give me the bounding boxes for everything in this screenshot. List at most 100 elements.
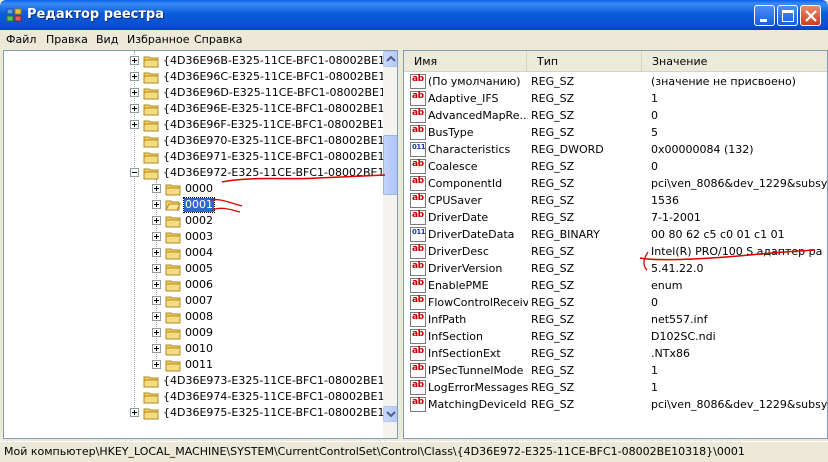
tree-item[interactable]: {4D36E96B-E325-11CE-BFC1-08002BE10318} (4, 53, 397, 69)
tree-item-label[interactable]: {4D36E974-E325-11CE-BFC1-08002BE10318} (162, 390, 397, 404)
tree-item[interactable]: {4D36E971-E325-11CE-BFC1-08002BE10318} (4, 149, 397, 165)
collapse-icon[interactable] (130, 168, 139, 177)
tree-item[interactable]: {4D36E970-E325-11CE-BFC1-08002BE10318} (4, 133, 397, 149)
tree-item-label[interactable]: 0008 (184, 310, 214, 324)
tree-item-label[interactable]: 0007 (184, 294, 214, 308)
expand-icon[interactable] (130, 56, 139, 65)
tree-item[interactable]: {4D36E972-E325-11CE-BFC1-08002BE10318} (4, 165, 397, 181)
column-header-type[interactable]: Тип (527, 51, 642, 72)
expand-icon[interactable] (152, 344, 161, 353)
tree-item[interactable]: 0006 (4, 277, 384, 293)
title-bar[interactable]: Редактор реестра (0, 0, 828, 30)
tree-item-label[interactable]: {4D36E973-E325-11CE-BFC1-08002BE10318} (162, 374, 397, 388)
value-row[interactable]: ab BusType REG_SZ 5 (404, 124, 827, 141)
expand-icon[interactable] (152, 328, 161, 337)
tree-item-label[interactable]: {4D36E96F-E325-11CE-BFC1-08002BE10318} (162, 118, 397, 132)
tree-item-label[interactable]: {4D36E96B-E325-11CE-BFC1-08002BE10318} (162, 54, 397, 68)
tree-item-label[interactable]: {4D36E96E-E325-11CE-BFC1-08002BE10318} (162, 102, 397, 116)
tree-item-label[interactable]: 0011 (184, 358, 214, 372)
tree-item[interactable]: {4D36E96D-E325-11CE-BFC1-08002BE10318} (4, 85, 397, 101)
value-row[interactable]: ab CPUSaver REG_SZ 1536 (404, 192, 827, 209)
expand-icon[interactable] (130, 72, 139, 81)
expand-icon[interactable] (130, 120, 139, 129)
value-row[interactable]: ab Adaptive_IFS REG_SZ 1 (404, 90, 827, 107)
value-row[interactable]: 011 DriverDateData REG_BINARY 00 80 62 c5 c… (404, 226, 827, 243)
expand-icon[interactable] (152, 360, 161, 369)
tree-item-label-selected[interactable]: 0001 (183, 197, 215, 213)
tree-scrollbar[interactable] (383, 51, 397, 438)
maximize-button[interactable] (777, 5, 798, 26)
value-row[interactable]: ab (По умолчанию) REG_SZ (значение не присв… (404, 73, 827, 90)
scroll-up-button[interactable] (383, 51, 397, 67)
value-row[interactable]: ab ComponentId REG_SZ pci\ven_8086&dev_1229… (404, 175, 827, 192)
column-header-name[interactable]: Имя (404, 51, 527, 72)
expand-icon[interactable] (152, 264, 161, 273)
tree-item[interactable]: 0000 (4, 181, 384, 197)
tree-item-label[interactable]: 0009 (184, 326, 214, 340)
tree-item[interactable]: {4D36E973-E325-11CE-BFC1-08002BE10318} (4, 373, 397, 389)
tree-item[interactable]: {4D36E96C-E325-11CE-BFC1-08002BE10318} (4, 69, 397, 85)
menu-edit[interactable]: Правка (46, 33, 88, 46)
tree-item-label[interactable]: 0002 (184, 214, 214, 228)
tree-item[interactable]: {4D36E96E-E325-11CE-BFC1-08002BE10318} (4, 101, 397, 117)
expand-icon[interactable] (152, 296, 161, 305)
value-row[interactable]: ab MatchingDeviceId REG_SZ pci\ven_8086&dev… (404, 396, 827, 413)
expand-icon[interactable] (130, 88, 139, 97)
value-row[interactable]: ab IPSecTunnelMode REG_SZ 1 (404, 362, 827, 379)
tree-item[interactable]: 0007 (4, 293, 384, 309)
expand-icon[interactable] (152, 248, 161, 257)
expand-icon[interactable] (152, 232, 161, 241)
scroll-down-button[interactable] (383, 406, 397, 422)
expand-icon[interactable] (152, 216, 161, 225)
value-row[interactable]: ab LogErrorMessages REG_SZ 1 (404, 379, 827, 396)
tree-item[interactable]: 0003 (4, 229, 384, 245)
value-row[interactable]: ab InfSection REG_SZ D102SC.ndi (404, 328, 827, 345)
value-row[interactable]: ab InfPath REG_SZ net557.inf (404, 311, 827, 328)
value-row[interactable]: ab AdvancedMapRe... REG_SZ 0 (404, 107, 827, 124)
value-row[interactable]: ab InfSectionExt REG_SZ .NTx86 (404, 345, 827, 362)
expand-icon[interactable] (130, 104, 139, 113)
tree-item[interactable]: 0002 (4, 213, 384, 229)
values-pane[interactable]: Имя Тип Значение ab (По умолчанию) REG_SZ(… (403, 50, 828, 439)
tree-pane[interactable]: {4D36E96B-E325-11CE-BFC1-08002BE10318} {4… (3, 50, 398, 439)
tree-item[interactable]: {4D36E974-E325-11CE-BFC1-08002BE10318} (4, 389, 397, 405)
tree-item-label[interactable]: {4D36E970-E325-11CE-BFC1-08002BE10318} (162, 134, 397, 148)
tree-item-label[interactable]: 0005 (184, 262, 214, 276)
value-row[interactable]: ab DriverVersion REG_SZ 5.41.22.0 (404, 260, 827, 277)
tree-item[interactable]: {4D36E96F-E325-11CE-BFC1-08002BE10318} (4, 117, 397, 133)
column-header-value[interactable]: Значение (642, 51, 827, 72)
tree-item-label[interactable]: {4D36E96C-E325-11CE-BFC1-08002BE10318} (162, 70, 397, 84)
tree-item-label[interactable]: 0010 (184, 342, 214, 356)
tree-item[interactable]: 0001 (4, 197, 384, 213)
tree-item-label[interactable]: {4D36E96D-E325-11CE-BFC1-08002BE10318} (162, 86, 397, 100)
tree-item[interactable]: 0011 (4, 357, 384, 373)
tree-item-label[interactable]: 0004 (184, 246, 214, 260)
tree-item-label[interactable]: 0006 (184, 278, 214, 292)
tree-item-label[interactable]: {4D36E972-E325-11CE-BFC1-08002BE10318} (162, 166, 397, 180)
tree-item[interactable]: 0009 (4, 325, 384, 341)
tree-item[interactable]: 0004 (4, 245, 384, 261)
menu-file[interactable]: Файл (6, 33, 36, 46)
tree-item-label[interactable]: 0003 (184, 230, 214, 244)
expand-icon[interactable] (152, 312, 161, 321)
tree-item-label[interactable]: {4D36E971-E325-11CE-BFC1-08002BE10318} (162, 150, 397, 164)
value-row[interactable]: ab DriverDesc REG_SZ Intel(R) PRO/100 S ада… (404, 243, 827, 260)
close-button[interactable] (800, 5, 821, 26)
menu-help[interactable]: Справка (194, 33, 242, 46)
scroll-thumb[interactable] (383, 135, 397, 195)
value-row[interactable]: ab EnablePME REG_SZ enum (404, 277, 827, 294)
menu-view[interactable]: Вид (96, 33, 118, 46)
tree-item[interactable]: 0005 (4, 261, 384, 277)
expand-icon[interactable] (152, 200, 161, 209)
menu-favorites[interactable]: Избранное (127, 33, 189, 46)
tree-item[interactable]: 0008 (4, 309, 384, 325)
value-row[interactable]: ab DriverDate REG_SZ 7-1-2001 (404, 209, 827, 226)
expand-icon[interactable] (130, 408, 139, 417)
value-row[interactable]: ab Coalesce REG_SZ 0 (404, 158, 827, 175)
expand-icon[interactable] (152, 184, 161, 193)
minimize-button[interactable] (754, 5, 775, 26)
value-row[interactable]: 011 Characteristics REG_DWORD 0x00000084 (1… (404, 141, 827, 158)
tree-item[interactable]: {4D36E975-E325-11CE-BFC1-08002BE10318} (4, 405, 397, 421)
tree-item-label[interactable]: 0000 (184, 182, 214, 196)
tree-item-label[interactable]: {4D36E975-E325-11CE-BFC1-08002BE10318} (162, 406, 397, 420)
